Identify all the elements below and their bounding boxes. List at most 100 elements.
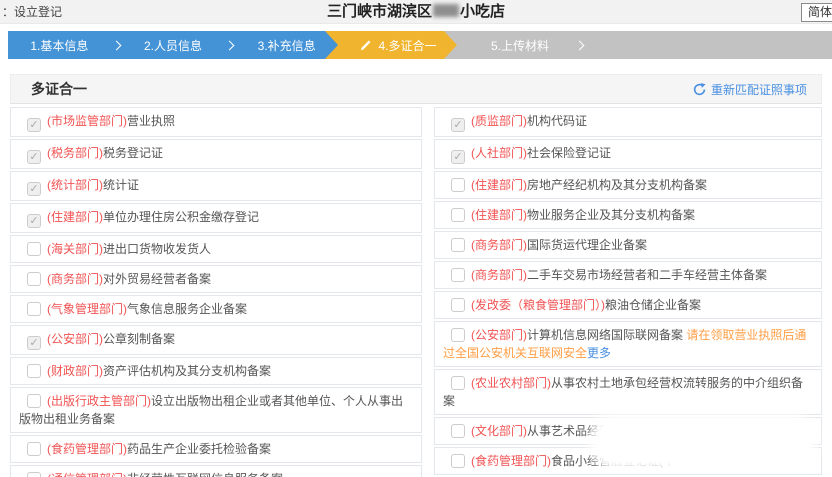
checkbox[interactable] xyxy=(451,328,465,342)
item-name: 气象信息服务企业备案 xyxy=(127,302,247,316)
checkbox[interactable] xyxy=(27,364,41,378)
topbar: ：设立登记 三门峡市湖滨区小吃店 简体 xyxy=(0,0,832,24)
checklist-item[interactable]: (气象管理部门)气象信息服务企业备案 xyxy=(10,295,422,323)
checklist-item[interactable]: (税务部门)税务登记证 xyxy=(10,139,422,169)
item-name: 粮油仓储企业备案 xyxy=(605,298,701,312)
checkbox[interactable] xyxy=(451,376,465,390)
tab-step-2[interactable]: 2.人员信息 xyxy=(122,37,225,54)
checklist-item[interactable]: (住建部门)单位办理住房公积金缴存登记 xyxy=(10,203,422,233)
item-name: 机构代码证 xyxy=(527,114,587,128)
checklist-column-left: (市场监管部门)营业执照 (税务部门)税务登记证 (统计部门)统计证 (住建部门… xyxy=(10,107,422,477)
item-name: 税务登记证 xyxy=(103,146,163,160)
checklist-item[interactable]: (海关部门)进出口货物收发货人 xyxy=(10,235,422,263)
chevron-right-icon xyxy=(575,40,585,50)
checkbox[interactable] xyxy=(27,394,41,408)
checklist-item[interactable]: (食药管理部门)药品生产企业委托检验备案 xyxy=(10,435,422,463)
item-more-link[interactable]: 更多 xyxy=(587,346,611,360)
checkbox[interactable] xyxy=(451,208,465,222)
wizard-done-segment: 1.基本信息 2.人员信息 3.补充信息 xyxy=(8,31,338,59)
checklist-item[interactable]: (财政部门)资产评估机构及其分支机构备案 xyxy=(10,357,422,385)
section-title: 多证合一 xyxy=(31,79,87,99)
checkbox[interactable] xyxy=(451,150,465,164)
item-name: 物业服务企业及其分支机构备案 xyxy=(527,208,695,222)
checkbox[interactable] xyxy=(27,214,41,228)
item-name: 房地产经纪机构及其分支机构备案 xyxy=(527,178,707,192)
checklist-item[interactable]: (通信管理部门)非经营性互联网信息服务备案 xyxy=(10,465,422,477)
item-name: 营业执照 xyxy=(127,114,175,128)
item-department: (质监部门) xyxy=(471,114,527,128)
checkbox[interactable] xyxy=(451,298,465,312)
tab-step-4-label: 4.多证合一 xyxy=(378,37,436,54)
item-department: (市场监管部门) xyxy=(47,114,127,128)
section-header: 多证合一 重新匹配证照事项 xyxy=(10,74,822,104)
tab-step-1[interactable]: 1.基本信息 xyxy=(8,37,111,54)
tab-step-5[interactable]: 5.上传材料 xyxy=(474,37,566,54)
item-name: 公章刻制备案 xyxy=(103,332,175,346)
checklist-item[interactable]: (公安部门)计算机信息网络国际联网备案 请在领取营业执照后通过全国公安机关互联网… xyxy=(434,321,822,367)
checkbox[interactable] xyxy=(27,182,41,196)
checkbox[interactable] xyxy=(451,178,465,192)
item-name: 国际货运代理企业备案 xyxy=(527,238,647,252)
checkbox[interactable] xyxy=(451,238,465,252)
checkbox[interactable] xyxy=(27,472,41,477)
checklist-item[interactable]: (公安部门)公章刻制备案 xyxy=(10,325,422,355)
item-department: (农业农村部门) xyxy=(471,376,551,390)
wizard-pending-segment: 5.上传材料 xyxy=(444,31,832,59)
tab-step-3[interactable]: 3.补充信息 xyxy=(235,37,338,54)
tab-step-4-active[interactable]: 4.多证合一 xyxy=(325,31,457,59)
checkbox[interactable] xyxy=(451,268,465,282)
item-name: 二手车交易市场经营者和二手车经营主体备案 xyxy=(527,268,767,282)
checklist-item[interactable]: (出版行政主管部门)设立出版物出租企业或者其他单位、个人从事出版物出租业务备案 xyxy=(10,387,422,433)
checklist-item[interactable]: (商务部门)对外贸易经营者备案 xyxy=(10,265,422,293)
item-name: 进出口货物收发货人 xyxy=(103,242,211,256)
item-department: (公安部门) xyxy=(47,332,103,346)
checklist-item[interactable]: (人社部门)社会保险登记证 xyxy=(434,139,822,169)
checkbox[interactable] xyxy=(27,336,41,350)
checkbox[interactable] xyxy=(451,454,465,468)
checklist-item[interactable]: (发改委（粮食管理部门）)粮油仓储企业备案 xyxy=(434,291,822,319)
item-department: (海关部门) xyxy=(47,242,103,256)
chevron-right-icon xyxy=(111,40,121,50)
item-name: 对外贸易经营者备案 xyxy=(103,272,211,286)
checklist-item[interactable]: (商务部门)国际货运代理企业备案 xyxy=(434,231,822,259)
refresh-icon xyxy=(693,83,706,96)
item-department: (发改委（粮食管理部门）) xyxy=(471,298,605,312)
checklist-item[interactable]: (统计部门)统计证 xyxy=(10,171,422,201)
item-department: (人社部门) xyxy=(471,146,527,160)
checklist-item[interactable]: (住建部门)物业服务企业及其分支机构备案 xyxy=(434,201,822,229)
checkbox[interactable] xyxy=(27,118,41,132)
checklist-item[interactable]: (市场监管部门)营业执照 xyxy=(10,107,422,137)
checklist-item[interactable]: (住建部门)房地产经纪机构及其分支机构备案 xyxy=(434,171,822,199)
step-wizard: 1.基本信息 2.人员信息 3.补充信息 4.多证合一 5.上传材料 xyxy=(8,31,832,59)
checklist-item[interactable]: (质监部门)机构代码证 xyxy=(434,107,822,137)
item-department: (住建部门) xyxy=(471,178,527,192)
item-department: (商务部门) xyxy=(471,268,527,282)
item-department: (商务部门) xyxy=(47,272,103,286)
item-department: (公安部门) xyxy=(471,328,527,342)
item-department: (商务部门) xyxy=(471,238,527,252)
item-department: (气象管理部门) xyxy=(47,302,127,316)
item-department: (住建部门) xyxy=(47,210,103,224)
checklist-item[interactable]: (商务部门)二手车交易市场经营者和二手车经营主体备案 xyxy=(434,261,822,289)
item-department: (通信管理部门) xyxy=(47,472,127,477)
item-department: (财政部门) xyxy=(47,364,103,378)
checkbox[interactable] xyxy=(451,118,465,132)
checkbox[interactable] xyxy=(27,442,41,456)
redaction-overlay xyxy=(598,422,808,462)
item-department: (食药管理部门) xyxy=(471,454,551,468)
checklist-item[interactable]: (农业农村部门)从事农村土地承包经营权流转服务的中介组织备案 xyxy=(434,369,822,415)
rematch-certificates-link[interactable]: 重新匹配证照事项 xyxy=(693,81,807,98)
checkbox[interactable] xyxy=(27,242,41,256)
item-department: (住建部门) xyxy=(471,208,527,222)
rematch-certificates-label: 重新匹配证照事项 xyxy=(711,81,807,98)
item-name: 计算机信息网络国际联网备案 xyxy=(527,328,683,342)
language-button[interactable]: 简体 xyxy=(801,3,832,22)
checkbox[interactable] xyxy=(27,302,41,316)
item-name: 统计证 xyxy=(103,178,139,192)
item-department: (食药管理部门) xyxy=(47,442,127,456)
checkbox[interactable] xyxy=(451,424,465,438)
item-department: (文化部门) xyxy=(471,424,527,438)
checkbox[interactable] xyxy=(27,150,41,164)
title-redaction xyxy=(433,4,459,17)
checkbox[interactable] xyxy=(27,272,41,286)
